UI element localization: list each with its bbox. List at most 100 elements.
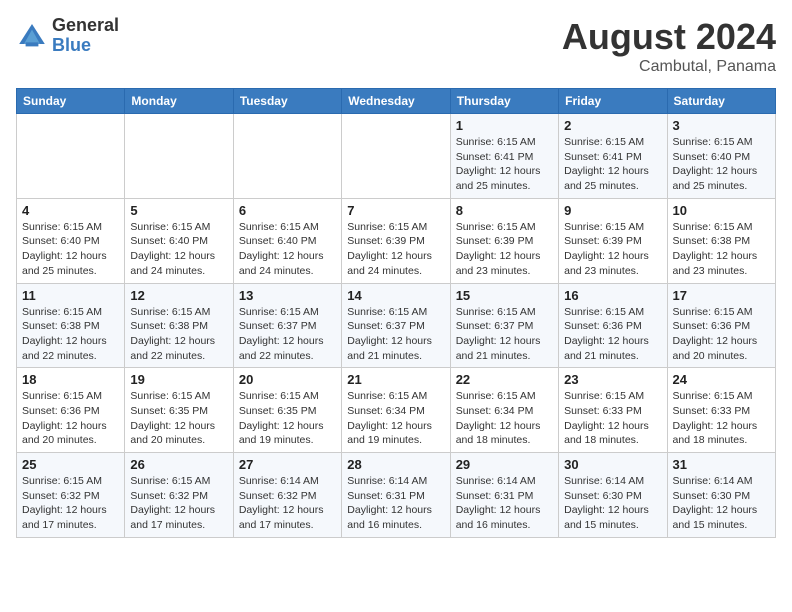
logo-general-text: General bbox=[52, 16, 119, 36]
calendar-cell bbox=[233, 114, 341, 199]
day-info: Sunrise: 6:15 AM Sunset: 6:33 PM Dayligh… bbox=[673, 389, 770, 448]
day-info: Sunrise: 6:15 AM Sunset: 6:40 PM Dayligh… bbox=[130, 220, 227, 279]
day-info: Sunrise: 6:15 AM Sunset: 6:35 PM Dayligh… bbox=[239, 389, 336, 448]
header-day: Thursday bbox=[450, 89, 558, 114]
header-day: Sunday bbox=[17, 89, 125, 114]
header-day: Monday bbox=[125, 89, 233, 114]
day-info: Sunrise: 6:15 AM Sunset: 6:40 PM Dayligh… bbox=[673, 135, 770, 194]
day-info: Sunrise: 6:14 AM Sunset: 6:30 PM Dayligh… bbox=[564, 474, 661, 533]
calendar-cell: 26Sunrise: 6:15 AM Sunset: 6:32 PM Dayli… bbox=[125, 453, 233, 538]
day-number: 17 bbox=[673, 288, 770, 303]
day-number: 6 bbox=[239, 203, 336, 218]
day-number: 13 bbox=[239, 288, 336, 303]
calendar-cell: 11 Sunrise: 6:15 AM Sunset: 6:38 PM Dayli… bbox=[17, 283, 125, 368]
logo: General Blue bbox=[16, 16, 119, 56]
calendar-cell: 25Sunrise: 6:15 AM Sunset: 6:32 PM Dayli… bbox=[17, 453, 125, 538]
calendar-cell: 1 Sunrise: 6:15 AM Sunset: 6:41 PM Daylig… bbox=[450, 114, 558, 199]
calendar-cell: 20Sunrise: 6:15 AM Sunset: 6:35 PM Dayli… bbox=[233, 368, 341, 453]
calendar-cell bbox=[342, 114, 450, 199]
calendar-cell: 9Sunrise: 6:15 AM Sunset: 6:39 PM Daylig… bbox=[559, 198, 667, 283]
day-number: 7 bbox=[347, 203, 444, 218]
day-info: Sunrise: 6:15 AM Sunset: 6:35 PM Dayligh… bbox=[130, 389, 227, 448]
calendar-cell bbox=[125, 114, 233, 199]
day-number: 15 bbox=[456, 288, 553, 303]
calendar-header: SundayMondayTuesdayWednesdayThursdayFrid… bbox=[17, 89, 776, 114]
calendar-cell: 18Sunrise: 6:15 AM Sunset: 6:36 PM Dayli… bbox=[17, 368, 125, 453]
day-number: 18 bbox=[22, 372, 119, 387]
calendar-week-row: 18Sunrise: 6:15 AM Sunset: 6:36 PM Dayli… bbox=[17, 368, 776, 453]
calendar-cell: 16Sunrise: 6:15 AM Sunset: 6:36 PM Dayli… bbox=[559, 283, 667, 368]
calendar-cell: 24 Sunrise: 6:15 AM Sunset: 6:33 PM Dayli… bbox=[667, 368, 775, 453]
calendar-cell: 6 Sunrise: 6:15 AM Sunset: 6:40 PM Daylig… bbox=[233, 198, 341, 283]
day-number: 25 bbox=[22, 457, 119, 472]
calendar-week-row: 1 Sunrise: 6:15 AM Sunset: 6:41 PM Daylig… bbox=[17, 114, 776, 199]
day-info: Sunrise: 6:14 AM Sunset: 6:31 PM Dayligh… bbox=[456, 474, 553, 533]
calendar-cell: 22Sunrise: 6:15 AM Sunset: 6:34 PM Dayli… bbox=[450, 368, 558, 453]
day-number: 22 bbox=[456, 372, 553, 387]
calendar-cell: 3 Sunrise: 6:15 AM Sunset: 6:40 PM Daylig… bbox=[667, 114, 775, 199]
day-info: Sunrise: 6:15 AM Sunset: 6:39 PM Dayligh… bbox=[347, 220, 444, 279]
day-number: 27 bbox=[239, 457, 336, 472]
day-info: Sunrise: 6:15 AM Sunset: 6:40 PM Dayligh… bbox=[239, 220, 336, 279]
day-info: Sunrise: 6:15 AM Sunset: 6:34 PM Dayligh… bbox=[347, 389, 444, 448]
header-day: Saturday bbox=[667, 89, 775, 114]
calendar-cell: 30Sunrise: 6:14 AM Sunset: 6:30 PM Dayli… bbox=[559, 453, 667, 538]
logo-blue-text: Blue bbox=[52, 36, 119, 56]
day-number: 28 bbox=[347, 457, 444, 472]
day-number: 16 bbox=[564, 288, 661, 303]
calendar-week-row: 11 Sunrise: 6:15 AM Sunset: 6:38 PM Dayli… bbox=[17, 283, 776, 368]
calendar-cell bbox=[17, 114, 125, 199]
day-info: Sunrise: 6:14 AM Sunset: 6:31 PM Dayligh… bbox=[347, 474, 444, 533]
day-info: Sunrise: 6:15 AM Sunset: 6:39 PM Dayligh… bbox=[564, 220, 661, 279]
day-number: 5 bbox=[130, 203, 227, 218]
header-day: Tuesday bbox=[233, 89, 341, 114]
location-subtitle: Cambutal, Panama bbox=[562, 58, 776, 76]
calendar-cell: 5 Sunrise: 6:15 AM Sunset: 6:40 PM Daylig… bbox=[125, 198, 233, 283]
day-info: Sunrise: 6:15 AM Sunset: 6:40 PM Dayligh… bbox=[22, 220, 119, 279]
calendar-cell: 15 Sunrise: 6:15 AM Sunset: 6:37 PM Dayli… bbox=[450, 283, 558, 368]
day-number: 4 bbox=[22, 203, 119, 218]
header-row: SundayMondayTuesdayWednesdayThursdayFrid… bbox=[17, 89, 776, 114]
header-day: Wednesday bbox=[342, 89, 450, 114]
calendar-cell: 8 Sunrise: 6:15 AM Sunset: 6:39 PM Daylig… bbox=[450, 198, 558, 283]
day-number: 14 bbox=[347, 288, 444, 303]
day-number: 1 bbox=[456, 118, 553, 133]
day-number: 11 bbox=[22, 288, 119, 303]
day-info: Sunrise: 6:15 AM Sunset: 6:37 PM Dayligh… bbox=[347, 305, 444, 364]
day-number: 8 bbox=[456, 203, 553, 218]
day-info: Sunrise: 6:15 AM Sunset: 6:38 PM Dayligh… bbox=[673, 220, 770, 279]
day-number: 19 bbox=[130, 372, 227, 387]
day-number: 24 bbox=[673, 372, 770, 387]
day-number: 26 bbox=[130, 457, 227, 472]
day-info: Sunrise: 6:15 AM Sunset: 6:41 PM Dayligh… bbox=[564, 135, 661, 194]
day-info: Sunrise: 6:15 AM Sunset: 6:41 PM Dayligh… bbox=[456, 135, 553, 194]
day-info: Sunrise: 6:15 AM Sunset: 6:36 PM Dayligh… bbox=[673, 305, 770, 364]
calendar-week-row: 25Sunrise: 6:15 AM Sunset: 6:32 PM Dayli… bbox=[17, 453, 776, 538]
calendar-cell: 19 Sunrise: 6:15 AM Sunset: 6:35 PM Dayli… bbox=[125, 368, 233, 453]
day-number: 2 bbox=[564, 118, 661, 133]
calendar-week-row: 4 Sunrise: 6:15 AM Sunset: 6:40 PM Daylig… bbox=[17, 198, 776, 283]
calendar-cell: 21 Sunrise: 6:15 AM Sunset: 6:34 PM Dayli… bbox=[342, 368, 450, 453]
calendar-cell: 27Sunrise: 6:14 AM Sunset: 6:32 PM Dayli… bbox=[233, 453, 341, 538]
logo-icon bbox=[16, 20, 48, 52]
day-info: Sunrise: 6:15 AM Sunset: 6:33 PM Dayligh… bbox=[564, 389, 661, 448]
day-number: 23 bbox=[564, 372, 661, 387]
day-number: 31 bbox=[673, 457, 770, 472]
calendar-cell: 29 Sunrise: 6:14 AM Sunset: 6:31 PM Dayli… bbox=[450, 453, 558, 538]
month-year-title: August 2024 bbox=[562, 16, 776, 58]
day-info: Sunrise: 6:15 AM Sunset: 6:37 PM Dayligh… bbox=[456, 305, 553, 364]
day-number: 29 bbox=[456, 457, 553, 472]
calendar-table: SundayMondayTuesdayWednesdayThursdayFrid… bbox=[16, 88, 776, 538]
calendar-cell: 14 Sunrise: 6:15 AM Sunset: 6:37 PM Dayli… bbox=[342, 283, 450, 368]
calendar-cell: 13 Sunrise: 6:15 AM Sunset: 6:37 PM Dayli… bbox=[233, 283, 341, 368]
day-info: Sunrise: 6:15 AM Sunset: 6:37 PM Dayligh… bbox=[239, 305, 336, 364]
day-info: Sunrise: 6:15 AM Sunset: 6:39 PM Dayligh… bbox=[456, 220, 553, 279]
title-block: August 2024 Cambutal, Panama bbox=[562, 16, 776, 76]
day-number: 3 bbox=[673, 118, 770, 133]
day-info: Sunrise: 6:15 AM Sunset: 6:38 PM Dayligh… bbox=[22, 305, 119, 364]
page-header: General Blue August 2024 Cambutal, Panam… bbox=[16, 16, 776, 76]
calendar-cell: 12Sunrise: 6:15 AM Sunset: 6:38 PM Dayli… bbox=[125, 283, 233, 368]
calendar-body: 1 Sunrise: 6:15 AM Sunset: 6:41 PM Daylig… bbox=[17, 114, 776, 538]
logo-text: General Blue bbox=[52, 16, 119, 56]
day-number: 21 bbox=[347, 372, 444, 387]
